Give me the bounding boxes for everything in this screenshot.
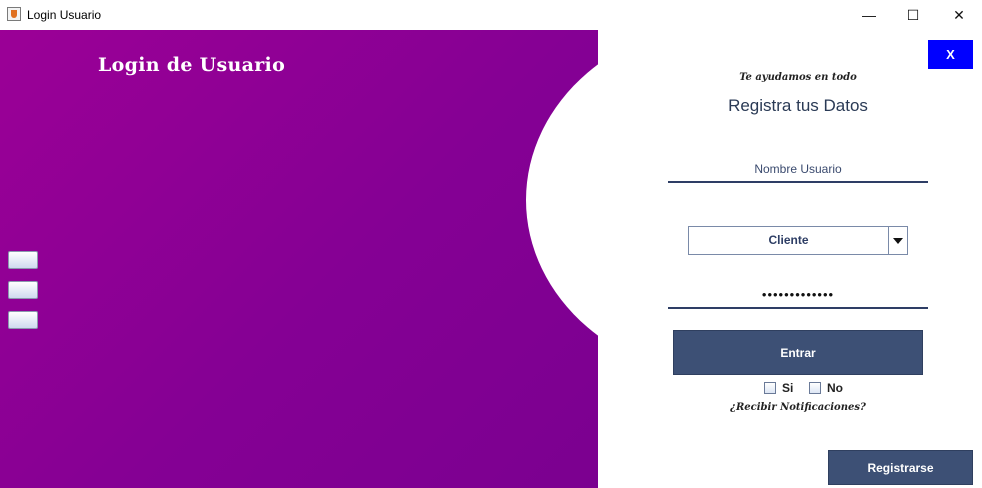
- username-input[interactable]: Nombre Usuario: [668, 157, 928, 183]
- side-button-2[interactable]: [8, 281, 38, 299]
- no-checkbox[interactable]: [809, 382, 821, 394]
- window-titlebar: Login Usuario — ☐ ✕: [0, 0, 982, 30]
- role-select-value: Cliente: [768, 233, 809, 247]
- window-title: Login Usuario: [27, 8, 102, 22]
- chevron-down-icon[interactable]: [888, 227, 907, 254]
- decorative-arc: [526, 30, 598, 380]
- role-select[interactable]: Cliente: [688, 226, 908, 255]
- no-label: No: [827, 381, 843, 395]
- notify-yes-option[interactable]: Si: [764, 381, 793, 395]
- notifications-question: ¿Recibir Notificaciones?: [730, 402, 866, 413]
- close-window-button[interactable]: ✕: [936, 0, 982, 30]
- yes-checkbox[interactable]: [764, 382, 776, 394]
- password-input[interactable]: •••••••••••••: [668, 283, 928, 309]
- side-button-1[interactable]: [8, 251, 38, 269]
- form-heading: Registra tus Datos: [728, 96, 868, 115]
- minimize-button[interactable]: —: [846, 0, 892, 30]
- close-form-button[interactable]: X: [928, 40, 973, 69]
- java-cup-icon: [7, 7, 21, 21]
- register-button[interactable]: Registrarse: [828, 450, 973, 485]
- brand-title: Login de Usuario: [98, 54, 286, 76]
- yes-label: Si: [782, 381, 794, 395]
- side-button-3[interactable]: [8, 311, 38, 329]
- tagline: Te ayudamos en todo: [739, 72, 857, 83]
- brand-panel: Login de Usuario: [0, 30, 598, 488]
- notify-no-option[interactable]: No: [809, 381, 843, 395]
- enter-button[interactable]: Entrar: [673, 330, 923, 375]
- maximize-button[interactable]: ☐: [890, 0, 936, 30]
